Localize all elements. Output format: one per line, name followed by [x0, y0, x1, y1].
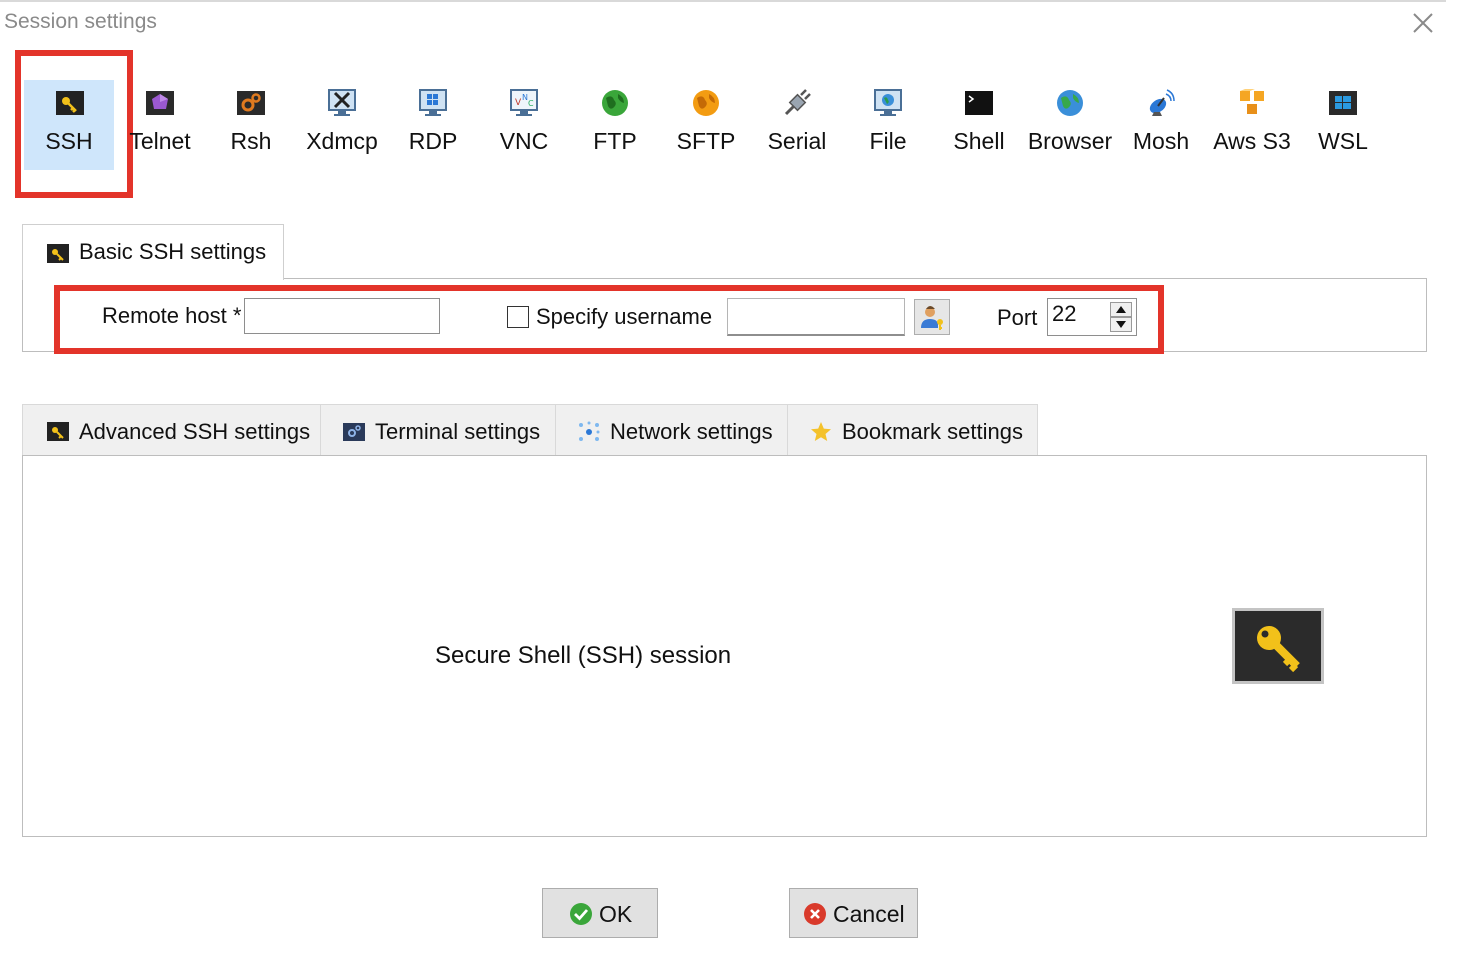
svg-text:C: C — [528, 99, 534, 108]
window-top-border — [0, 0, 1446, 2]
session-type-label: RDP — [408, 128, 458, 154]
user-picker-button[interactable] — [914, 299, 950, 335]
session-type-shell[interactable]: Shell — [933, 80, 1025, 170]
network-settings-icon — [578, 421, 600, 443]
rdp-icon — [418, 88, 448, 118]
user-icon — [921, 306, 943, 330]
tab-label: Network settings — [610, 419, 773, 444]
ssh-key-icon — [47, 421, 69, 443]
sftp-globe-icon — [691, 88, 721, 118]
session-type-telnet[interactable]: Telnet — [114, 80, 206, 170]
cancel-label: Cancel — [833, 901, 905, 927]
wsl-windows-icon — [1328, 88, 1358, 118]
close-icon[interactable] — [1408, 8, 1438, 38]
cancel-x-icon — [803, 902, 827, 926]
ssh-key-large-icon — [1232, 608, 1324, 684]
session-type-label: SSH — [45, 128, 93, 154]
ftp-globe-icon — [600, 88, 630, 118]
session-description: Secure Shell (SSH) session — [435, 642, 732, 669]
session-type-vnc[interactable]: VNC VNC — [478, 80, 570, 170]
port-label: Port — [997, 305, 1038, 330]
session-type-serial[interactable]: Serial — [751, 80, 843, 170]
tab-basic-ssh-settings[interactable]: Basic SSH settings — [22, 224, 284, 280]
browser-globe-icon — [1055, 88, 1085, 118]
ssh-key-icon — [47, 243, 69, 265]
session-type-aws-s3[interactable]: Aws S3 — [1206, 80, 1298, 170]
telnet-icon — [145, 88, 175, 118]
session-type-wsl[interactable]: WSL — [1297, 80, 1389, 170]
xdmcp-icon — [327, 88, 357, 118]
session-type-sftp[interactable]: SFTP — [660, 80, 752, 170]
session-type-label: Mosh — [1132, 128, 1190, 154]
specify-username-label: Specify username — [536, 304, 713, 329]
session-type-rsh[interactable]: Rsh — [205, 80, 297, 170]
session-type-label: WSL — [1318, 128, 1368, 154]
window-title: Session settings — [4, 10, 157, 33]
ssh-key-icon — [55, 88, 85, 118]
port-spin-up-button[interactable] — [1110, 302, 1132, 317]
session-type-label: SFTP — [676, 128, 736, 154]
tab-bookmark-settings[interactable]: Bookmark settings — [787, 404, 1038, 456]
ok-label: OK — [599, 901, 633, 927]
remote-host-input[interactable] — [244, 298, 440, 334]
star-icon — [810, 421, 832, 443]
ok-button[interactable]: OK — [542, 888, 658, 938]
tab-terminal-settings[interactable]: Terminal settings — [320, 404, 556, 456]
session-type-ssh[interactable]: SSH — [24, 80, 114, 170]
session-type-label: File — [869, 128, 907, 154]
tab-label: Basic SSH settings — [79, 239, 267, 264]
session-type-ftp[interactable]: FTP — [569, 80, 661, 170]
specify-username-checkbox[interactable] — [507, 306, 529, 328]
tab-label: Bookmark settings — [842, 419, 1023, 444]
file-monitor-icon — [873, 88, 903, 118]
port-spin-down-button[interactable] — [1110, 317, 1132, 332]
session-type-label: Xdmcp — [306, 128, 378, 154]
remote-host-label: Remote host * — [102, 303, 242, 328]
tab-label: Terminal settings — [375, 419, 541, 444]
session-type-label: Rsh — [230, 128, 272, 154]
vnc-icon: VNC — [509, 88, 539, 118]
session-type-label: Telnet — [129, 128, 191, 154]
tab-label: Advanced SSH settings — [79, 419, 311, 444]
svg-text:V: V — [515, 98, 522, 108]
aws-s3-cubes-icon — [1237, 88, 1267, 118]
session-type-label: VNC — [499, 128, 549, 154]
arrow-down-icon — [1116, 321, 1126, 328]
session-type-file[interactable]: File — [842, 80, 934, 170]
username-input[interactable] — [727, 298, 905, 336]
session-type-rdp[interactable]: RDP — [387, 80, 479, 170]
session-type-xdmcp[interactable]: Xdmcp — [296, 80, 388, 170]
serial-plug-icon — [782, 88, 812, 118]
session-type-browser[interactable]: Browser — [1024, 80, 1116, 170]
session-type-label: FTP — [593, 128, 637, 154]
session-type-mosh[interactable]: Mosh — [1115, 80, 1207, 170]
session-type-label: Aws S3 — [1213, 128, 1291, 154]
mosh-satellite-icon — [1146, 88, 1176, 118]
session-type-label: Shell — [953, 128, 1005, 154]
rsh-icon — [236, 88, 266, 118]
shell-terminal-icon — [964, 88, 994, 118]
terminal-settings-icon — [343, 421, 365, 443]
tab-advanced-ssh-settings[interactable]: Advanced SSH settings — [22, 404, 321, 456]
arrow-up-icon — [1116, 306, 1126, 313]
tab-network-settings[interactable]: Network settings — [555, 404, 788, 456]
cancel-button[interactable]: Cancel — [789, 888, 918, 938]
session-type-label: Browser — [1027, 128, 1113, 154]
checkmark-icon — [569, 902, 593, 926]
session-type-label: Serial — [767, 128, 827, 154]
